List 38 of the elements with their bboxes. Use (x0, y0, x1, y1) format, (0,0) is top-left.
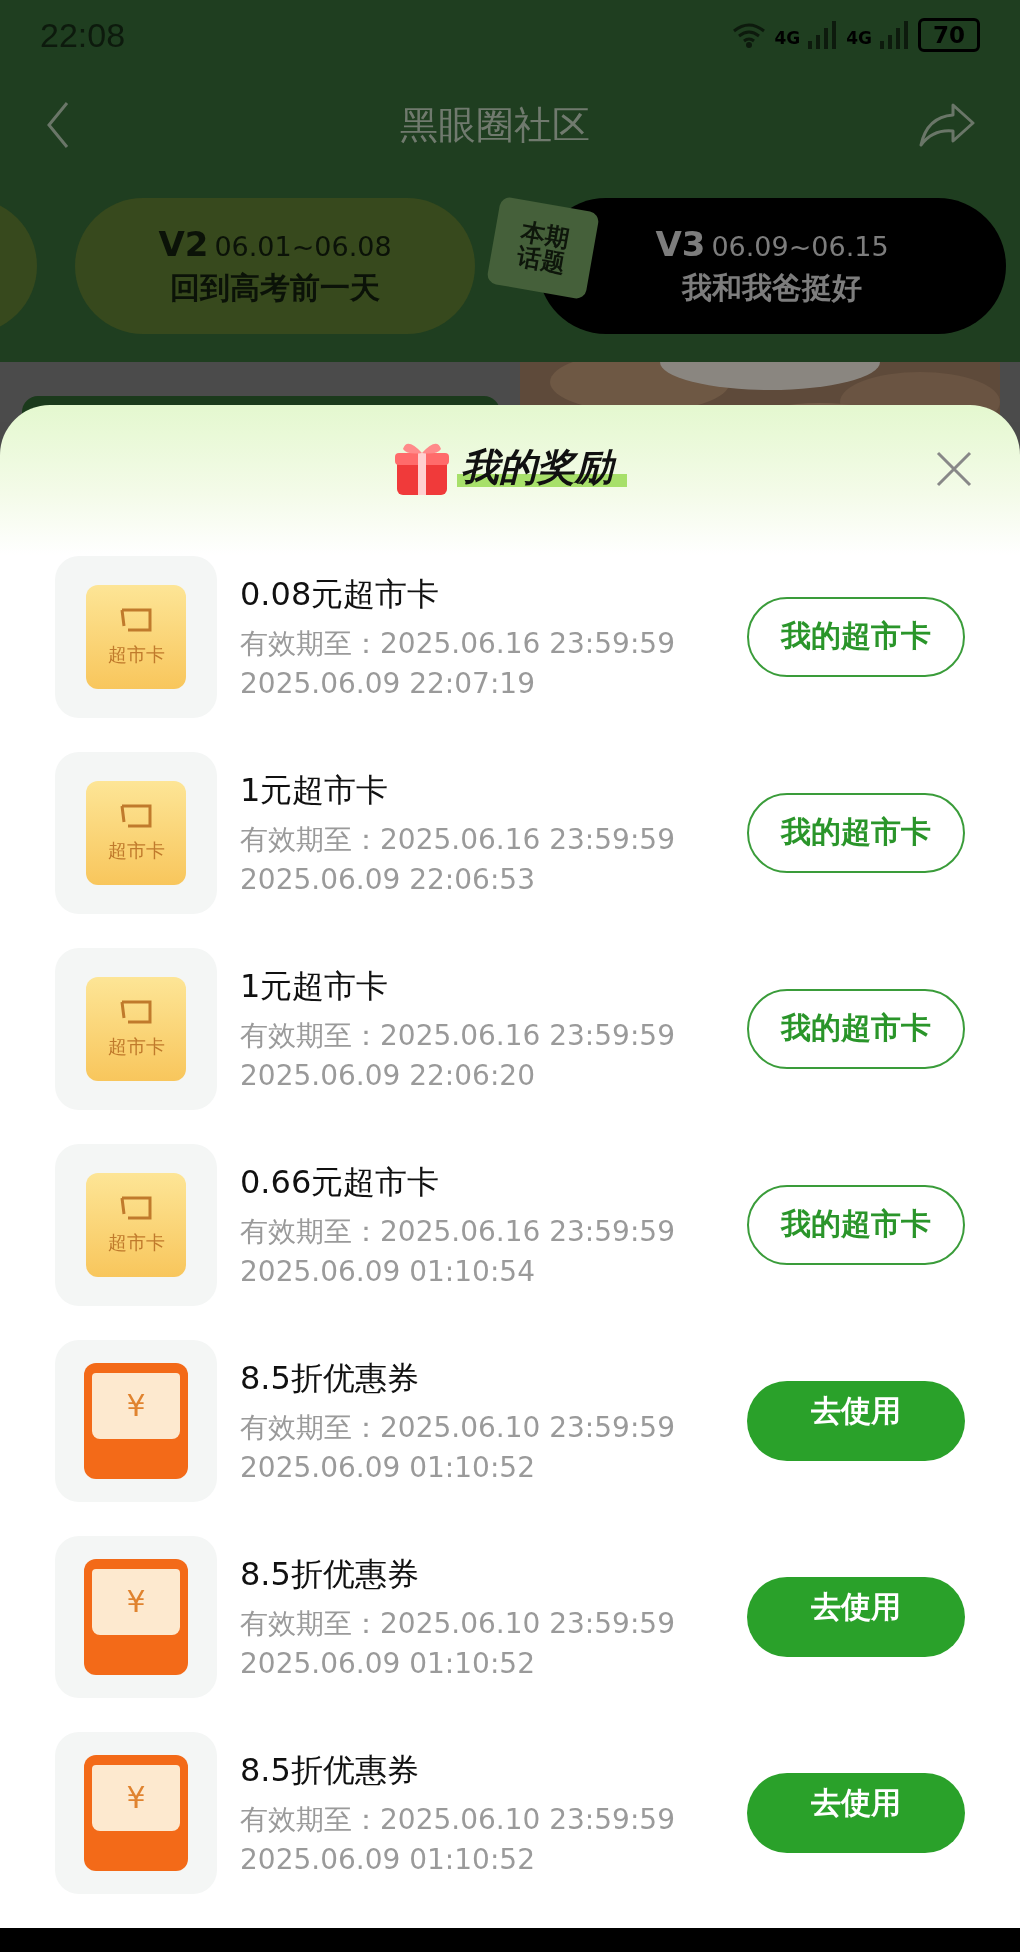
coupon-icon: ¥ (84, 1754, 188, 1871)
current-topic-tooltip: 本期话题 (486, 196, 600, 300)
obtained-time: 2025.06.09 01:10:52 (240, 1647, 536, 1680)
expiry-text: 有效期至：2025.06.10 23:59:59 (240, 1410, 676, 1446)
supermarket-card-icon: 超市卡 (86, 780, 186, 885)
expiry-text: 有效期至：2025.06.16 23:59:59 (240, 1214, 676, 1250)
expiry-text: 有效期至：2025.06.10 23:59:59 (240, 1606, 676, 1642)
obtained-time: 2025.06.09 22:07:19 (240, 667, 536, 700)
reward-title: 0.66元超市卡 (240, 1162, 441, 1203)
expiry-text: 有效期至：2025.06.16 23:59:59 (240, 1018, 676, 1054)
reward-title: 8.5折优惠券 (240, 1554, 420, 1595)
topic-version: V3 (655, 223, 706, 264)
obtained-time: 2025.06.09 22:06:20 (240, 1059, 536, 1092)
topic-dates: 06.01~06.08 (214, 230, 392, 262)
reward-title: 8.5折优惠券 (240, 1358, 420, 1399)
reward-title: 1元超市卡 (240, 770, 390, 811)
topic-version: V2 (158, 223, 209, 264)
supermarket-card-icon: 超市卡 (86, 1172, 186, 1277)
expiry-text: 有效期至：2025.06.16 23:59:59 (240, 626, 676, 662)
reward-title: 1元超市卡 (240, 966, 390, 1007)
battery-indicator: 70 (918, 18, 980, 52)
expiry-text: 有效期至：2025.06.10 23:59:59 (240, 1802, 676, 1838)
coupon-icon: ¥ (84, 1558, 188, 1675)
reward-title: 8.5折优惠券 (240, 1750, 420, 1791)
expiry-text: 有效期至：2025.06.16 23:59:59 (240, 822, 676, 858)
coupon-icon: ¥ (84, 1362, 188, 1479)
supermarket-card-icon: 超市卡 (86, 584, 186, 689)
supermarket-card-icon: 超市卡 (86, 976, 186, 1081)
obtained-time: 2025.06.09 01:10:54 (240, 1255, 536, 1288)
reward-title: 0.08元超市卡 (240, 574, 441, 615)
network-label: 4G (846, 28, 872, 48)
obtained-time: 2025.06.09 22:06:53 (240, 863, 536, 896)
obtained-time: 2025.06.09 01:10:52 (240, 1843, 536, 1876)
page-title: 黑眼圈社区 (400, 101, 590, 149)
network-label: 4G (774, 28, 801, 48)
topic-dates: 06.09~06.15 (711, 230, 889, 262)
obtained-time: 2025.06.09 01:10:52 (240, 1451, 536, 1484)
topic-title: 我和我爸挺好 (682, 268, 862, 307)
